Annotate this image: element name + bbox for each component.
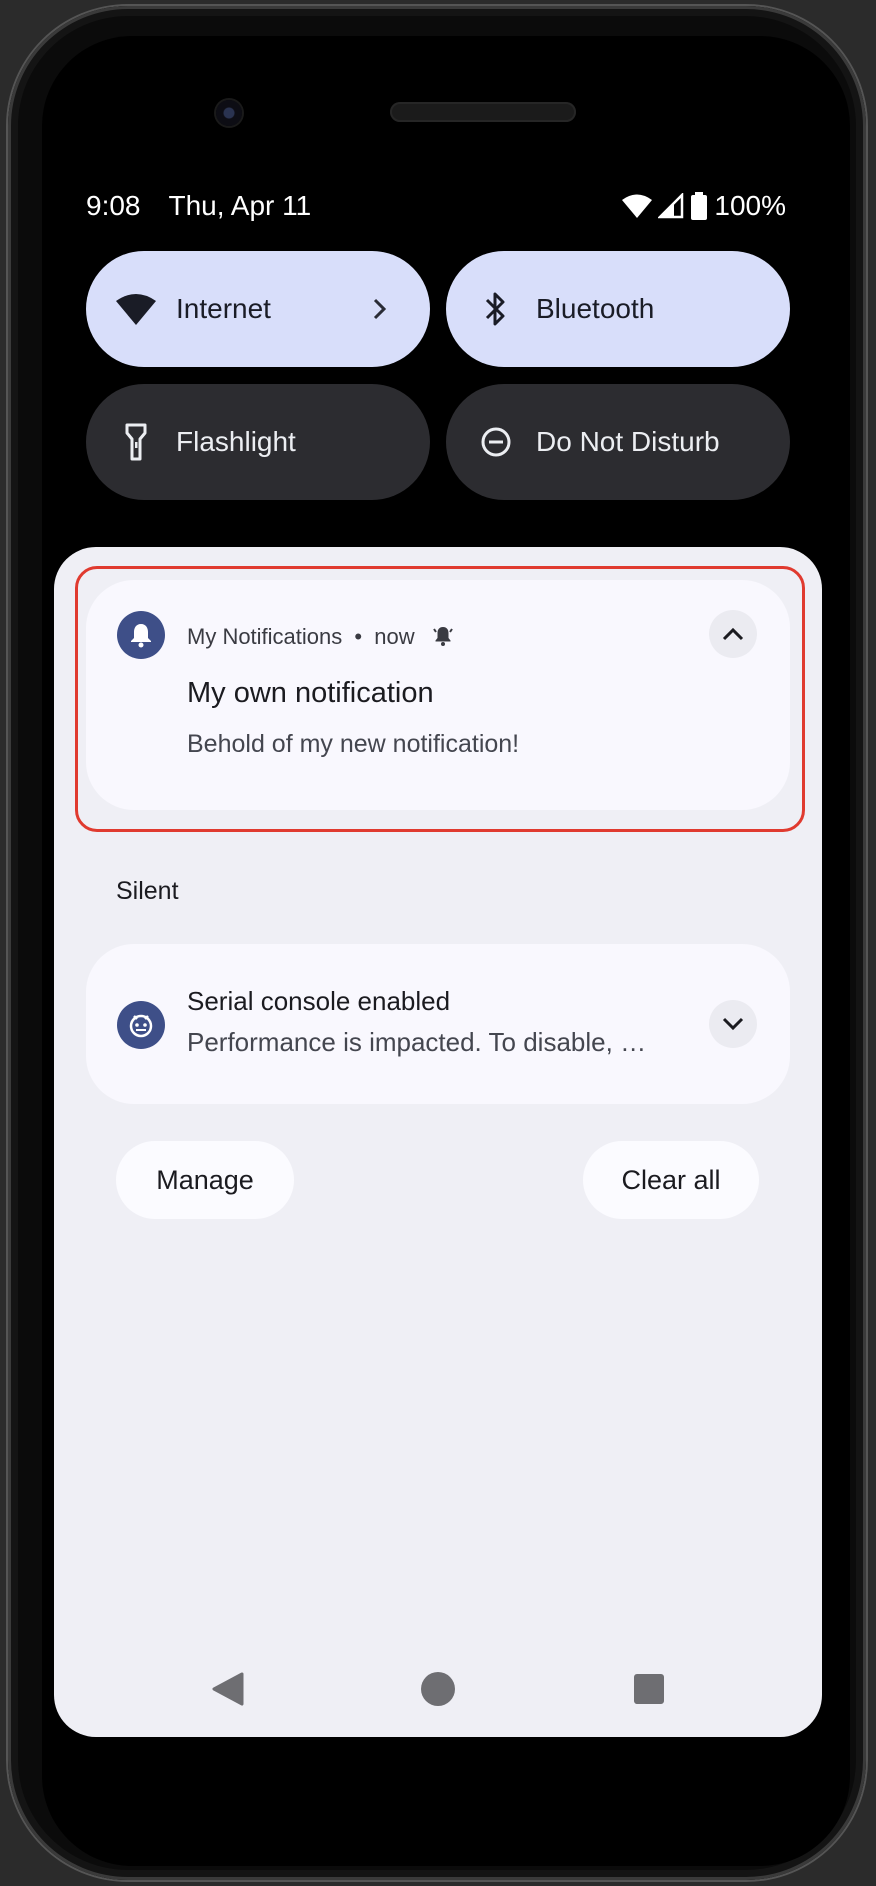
manage-button[interactable]: Manage [116, 1141, 294, 1219]
tile-do-not-disturb[interactable]: Do Not Disturb [446, 384, 790, 500]
status-time: 9:08 [86, 190, 141, 221]
tile-flashlight[interactable]: Flashlight [86, 384, 430, 500]
earpiece-speaker [390, 102, 576, 122]
status-bar: 9:08 Thu, Apr 11 100% [86, 186, 786, 226]
serial-console-app-icon [117, 1001, 165, 1049]
status-icons: 100% [622, 190, 786, 222]
tile-flashlight-label: Flashlight [176, 426, 296, 457]
silent-section-header: Silent [116, 877, 179, 905]
clear-all-button[interactable]: Clear all [583, 1141, 759, 1219]
wifi-icon [622, 194, 653, 218]
flashlight-icon [116, 422, 156, 462]
do-not-disturb-icon [476, 422, 516, 462]
android-debug-icon [129, 1014, 153, 1038]
tile-bluetooth-label: Bluetooth [536, 293, 655, 324]
back-icon[interactable] [212, 1672, 244, 1706]
silent-notification-body: Performance is impacted. To disable, … [187, 1027, 647, 1057]
expand-button[interactable] [709, 1000, 757, 1048]
home-icon[interactable] [420, 1671, 456, 1707]
front-camera [216, 100, 242, 126]
tile-bluetooth[interactable]: Bluetooth [446, 251, 790, 367]
chevron-right-icon [360, 289, 400, 329]
chevron-down-icon [722, 1017, 744, 1031]
cell-signal-icon [658, 193, 684, 219]
battery-percent: 100% [714, 190, 786, 221]
tile-dnd-label: Do Not Disturb [536, 426, 720, 457]
silent-notification-title: Serial console enabled [187, 986, 451, 1016]
tile-internet-label: Internet [176, 293, 271, 324]
recents-icon[interactable] [633, 1673, 665, 1705]
battery-icon [691, 192, 708, 220]
silent-notification-card[interactable]: Serial console enabled Performance is im… [86, 944, 790, 1104]
tile-internet[interactable]: Internet [86, 251, 430, 367]
status-date: Thu, Apr 11 [168, 190, 312, 221]
bluetooth-icon [476, 289, 516, 329]
wifi-icon [116, 289, 156, 329]
notification-highlight-outline [75, 566, 805, 832]
navigation-bar [54, 1660, 822, 1720]
